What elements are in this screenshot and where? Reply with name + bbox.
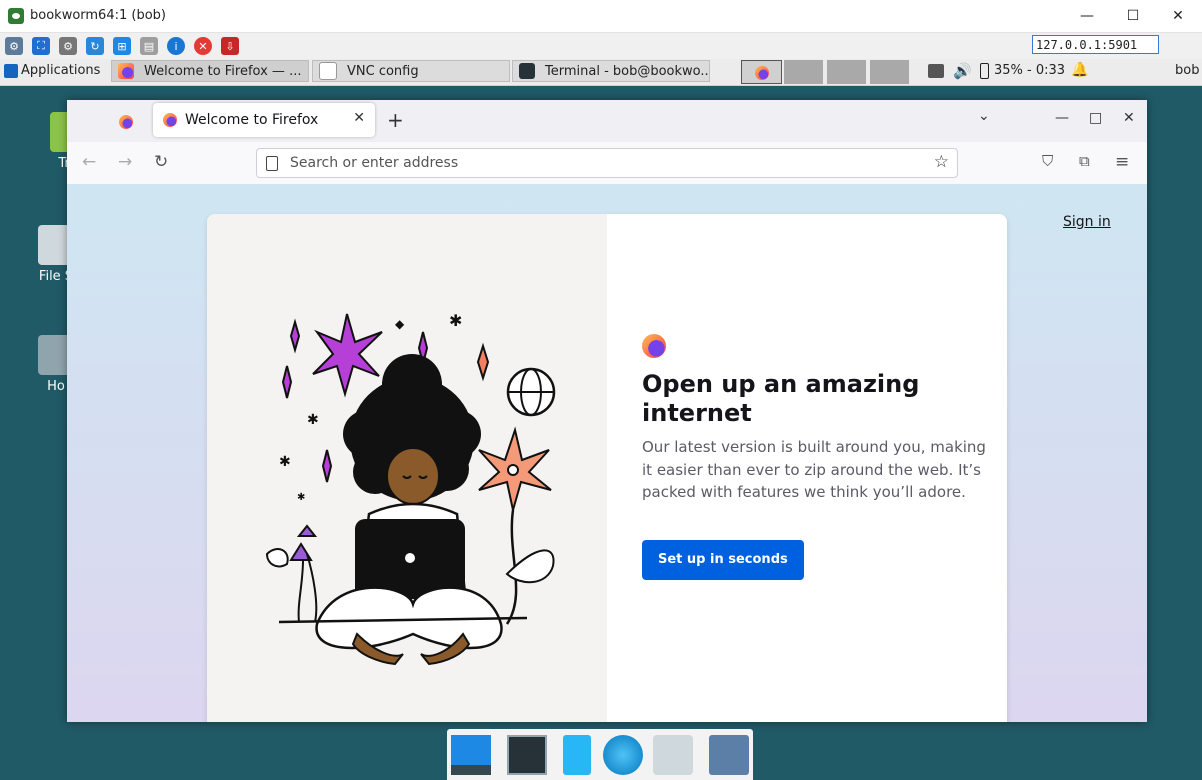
firefox-icon bbox=[119, 115, 133, 129]
refresh-icon[interactable]: ↻ bbox=[86, 37, 104, 55]
maximize-button[interactable]: ☐ bbox=[1110, 0, 1156, 32]
sign-in-link[interactable]: Sign in bbox=[1063, 214, 1111, 230]
extensions-icon[interactable]: ⧉ bbox=[1079, 152, 1090, 170]
welcome-body: Open up an amazing internet Our latest v… bbox=[642, 334, 987, 580]
ff-minimize-icon[interactable]: — bbox=[1055, 110, 1069, 126]
setup-button[interactable]: Set up in seconds bbox=[642, 539, 804, 580]
vnc-titlebar: bookworm64:1 (bob) — ☐ ✕ bbox=[0, 0, 1202, 33]
close-button[interactable]: ✕ bbox=[1155, 0, 1201, 32]
network-icon[interactable] bbox=[928, 64, 944, 78]
reload-icon[interactable]: ↻ bbox=[154, 152, 168, 172]
forward-icon[interactable]: → bbox=[118, 152, 132, 172]
options-icon[interactable]: ⚙ bbox=[5, 37, 23, 55]
vnc-host-field[interactable]: 127.0.0.1:5901 bbox=[1032, 35, 1159, 54]
terminal-icon bbox=[519, 63, 535, 79]
task-terminal[interactable]: Terminal - bob@bookwo... bbox=[512, 60, 710, 82]
svg-text:✱: ✱ bbox=[307, 412, 319, 428]
show-desktop-icon[interactable] bbox=[451, 735, 491, 775]
bottom-dock bbox=[447, 729, 753, 780]
transfer-icon[interactable]: ⇩ bbox=[221, 37, 239, 55]
battery-icon[interactable] bbox=[980, 63, 989, 79]
bell-icon[interactable]: 🔔 bbox=[1071, 62, 1088, 78]
disconnect-icon[interactable]: ✕ bbox=[194, 37, 212, 55]
settings-icon[interactable]: ⚙ bbox=[59, 37, 77, 55]
task-vnc-config[interactable]: VNC config bbox=[312, 60, 510, 82]
tab-welcome[interactable]: Welcome to Firefox ✕ bbox=[153, 103, 375, 137]
firefox-icon bbox=[118, 63, 134, 79]
xfce-logo-icon bbox=[4, 64, 18, 78]
vnc-toolbar: ⚙ ⛶ ⚙ ↻ ⊞ ▤ i ✕ ⇩ 127.0.0.1:5901 bbox=[0, 33, 1202, 59]
task-label: VNC config bbox=[347, 63, 419, 79]
list-all-tabs-icon[interactable]: ⌄ bbox=[978, 108, 990, 124]
firefox-logo-icon bbox=[642, 334, 666, 358]
svg-text:✱: ✱ bbox=[279, 454, 291, 470]
folder-icon[interactable] bbox=[709, 735, 749, 775]
minimize-button[interactable]: — bbox=[1064, 0, 1110, 32]
ff-maximize-icon[interactable]: □ bbox=[1089, 110, 1102, 126]
desktop-icon-label: Ho bbox=[47, 379, 65, 394]
menu-icon[interactable]: ≡ bbox=[1115, 152, 1129, 172]
task-label: Terminal - bob@bookwo... bbox=[545, 63, 710, 79]
url-placeholder: Search or enter address bbox=[290, 155, 459, 171]
windows-icon[interactable]: ⊞ bbox=[113, 37, 131, 55]
firefox-icon bbox=[754, 66, 769, 80]
ff-close-icon[interactable]: ✕ bbox=[1123, 110, 1135, 126]
battery-status: 35% - 0:33 bbox=[994, 63, 1066, 78]
close-tab-icon[interactable]: ✕ bbox=[353, 110, 365, 126]
firefox-window: Welcome to Firefox ✕ + ⌄ — □ ✕ ← → ↻ Sea… bbox=[67, 100, 1147, 722]
task-firefox[interactable]: Welcome to Firefox — ... bbox=[111, 60, 309, 82]
svg-text:◆: ◆ bbox=[395, 317, 405, 331]
task-label: Welcome to Firefox — ... bbox=[144, 63, 302, 79]
tab-title: Welcome to Firefox bbox=[185, 112, 319, 128]
svg-text:✱: ✱ bbox=[449, 311, 462, 330]
back-icon[interactable]: ← bbox=[82, 152, 96, 172]
terminal-icon[interactable] bbox=[507, 735, 547, 775]
firefox-icon bbox=[163, 113, 177, 127]
clipboard-icon[interactable]: ▤ bbox=[140, 37, 158, 55]
page-icon bbox=[266, 156, 278, 171]
workspace-3[interactable] bbox=[827, 60, 868, 84]
search-icon[interactable] bbox=[653, 735, 693, 775]
welcome-card: ✱ ✱ ✱ ◆ ✱ Open up an amazing internet Ou… bbox=[207, 214, 1007, 722]
xfce-top-panel: Applications Welcome to Firefox — ... VN… bbox=[0, 59, 1202, 86]
info-icon[interactable]: i bbox=[167, 37, 185, 55]
web-browser-icon[interactable] bbox=[603, 735, 643, 775]
page-content: Sign in ✱ ✱ ✱ ◆ ✱ Open up an amazing int… bbox=[67, 184, 1147, 722]
applications-menu[interactable]: Applications bbox=[21, 63, 100, 78]
fullscreen-icon[interactable]: ⛶ bbox=[32, 37, 50, 55]
illustration-panel: ✱ ✱ ✱ ◆ ✱ bbox=[207, 214, 607, 722]
welcome-description: Our latest version is built around you, … bbox=[642, 438, 986, 501]
bookmark-star-icon[interactable]: ☆ bbox=[934, 152, 949, 172]
file-manager-icon[interactable] bbox=[563, 735, 591, 775]
new-tab-icon[interactable]: + bbox=[387, 108, 404, 132]
welcome-illustration: ✱ ✱ ✱ ◆ ✱ bbox=[265, 311, 556, 666]
workspace-2[interactable] bbox=[784, 60, 825, 84]
nav-bar: ← → ↻ Search or enter address ☆ ⛉ ⧉ ≡ bbox=[67, 142, 1147, 185]
svg-text:✱: ✱ bbox=[297, 492, 305, 503]
vnc-window-title: bookworm64:1 (bob) bbox=[30, 8, 166, 23]
welcome-heading: Open up an amazing internet bbox=[642, 370, 920, 427]
pocket-icon[interactable]: ⛉ bbox=[1042, 152, 1053, 170]
vnc-app-icon bbox=[8, 8, 24, 24]
pinned-tab[interactable] bbox=[95, 106, 157, 138]
window-icon bbox=[319, 62, 337, 80]
workspace-4[interactable] bbox=[870, 60, 911, 84]
tab-bar: Welcome to Firefox ✕ + ⌄ — □ ✕ bbox=[67, 100, 1147, 142]
workspace-1[interactable] bbox=[741, 60, 782, 84]
volume-icon[interactable]: 🔊 bbox=[953, 62, 972, 80]
url-bar[interactable]: Search or enter address ☆ bbox=[256, 148, 958, 178]
panel-user[interactable]: bob bbox=[1175, 63, 1199, 78]
